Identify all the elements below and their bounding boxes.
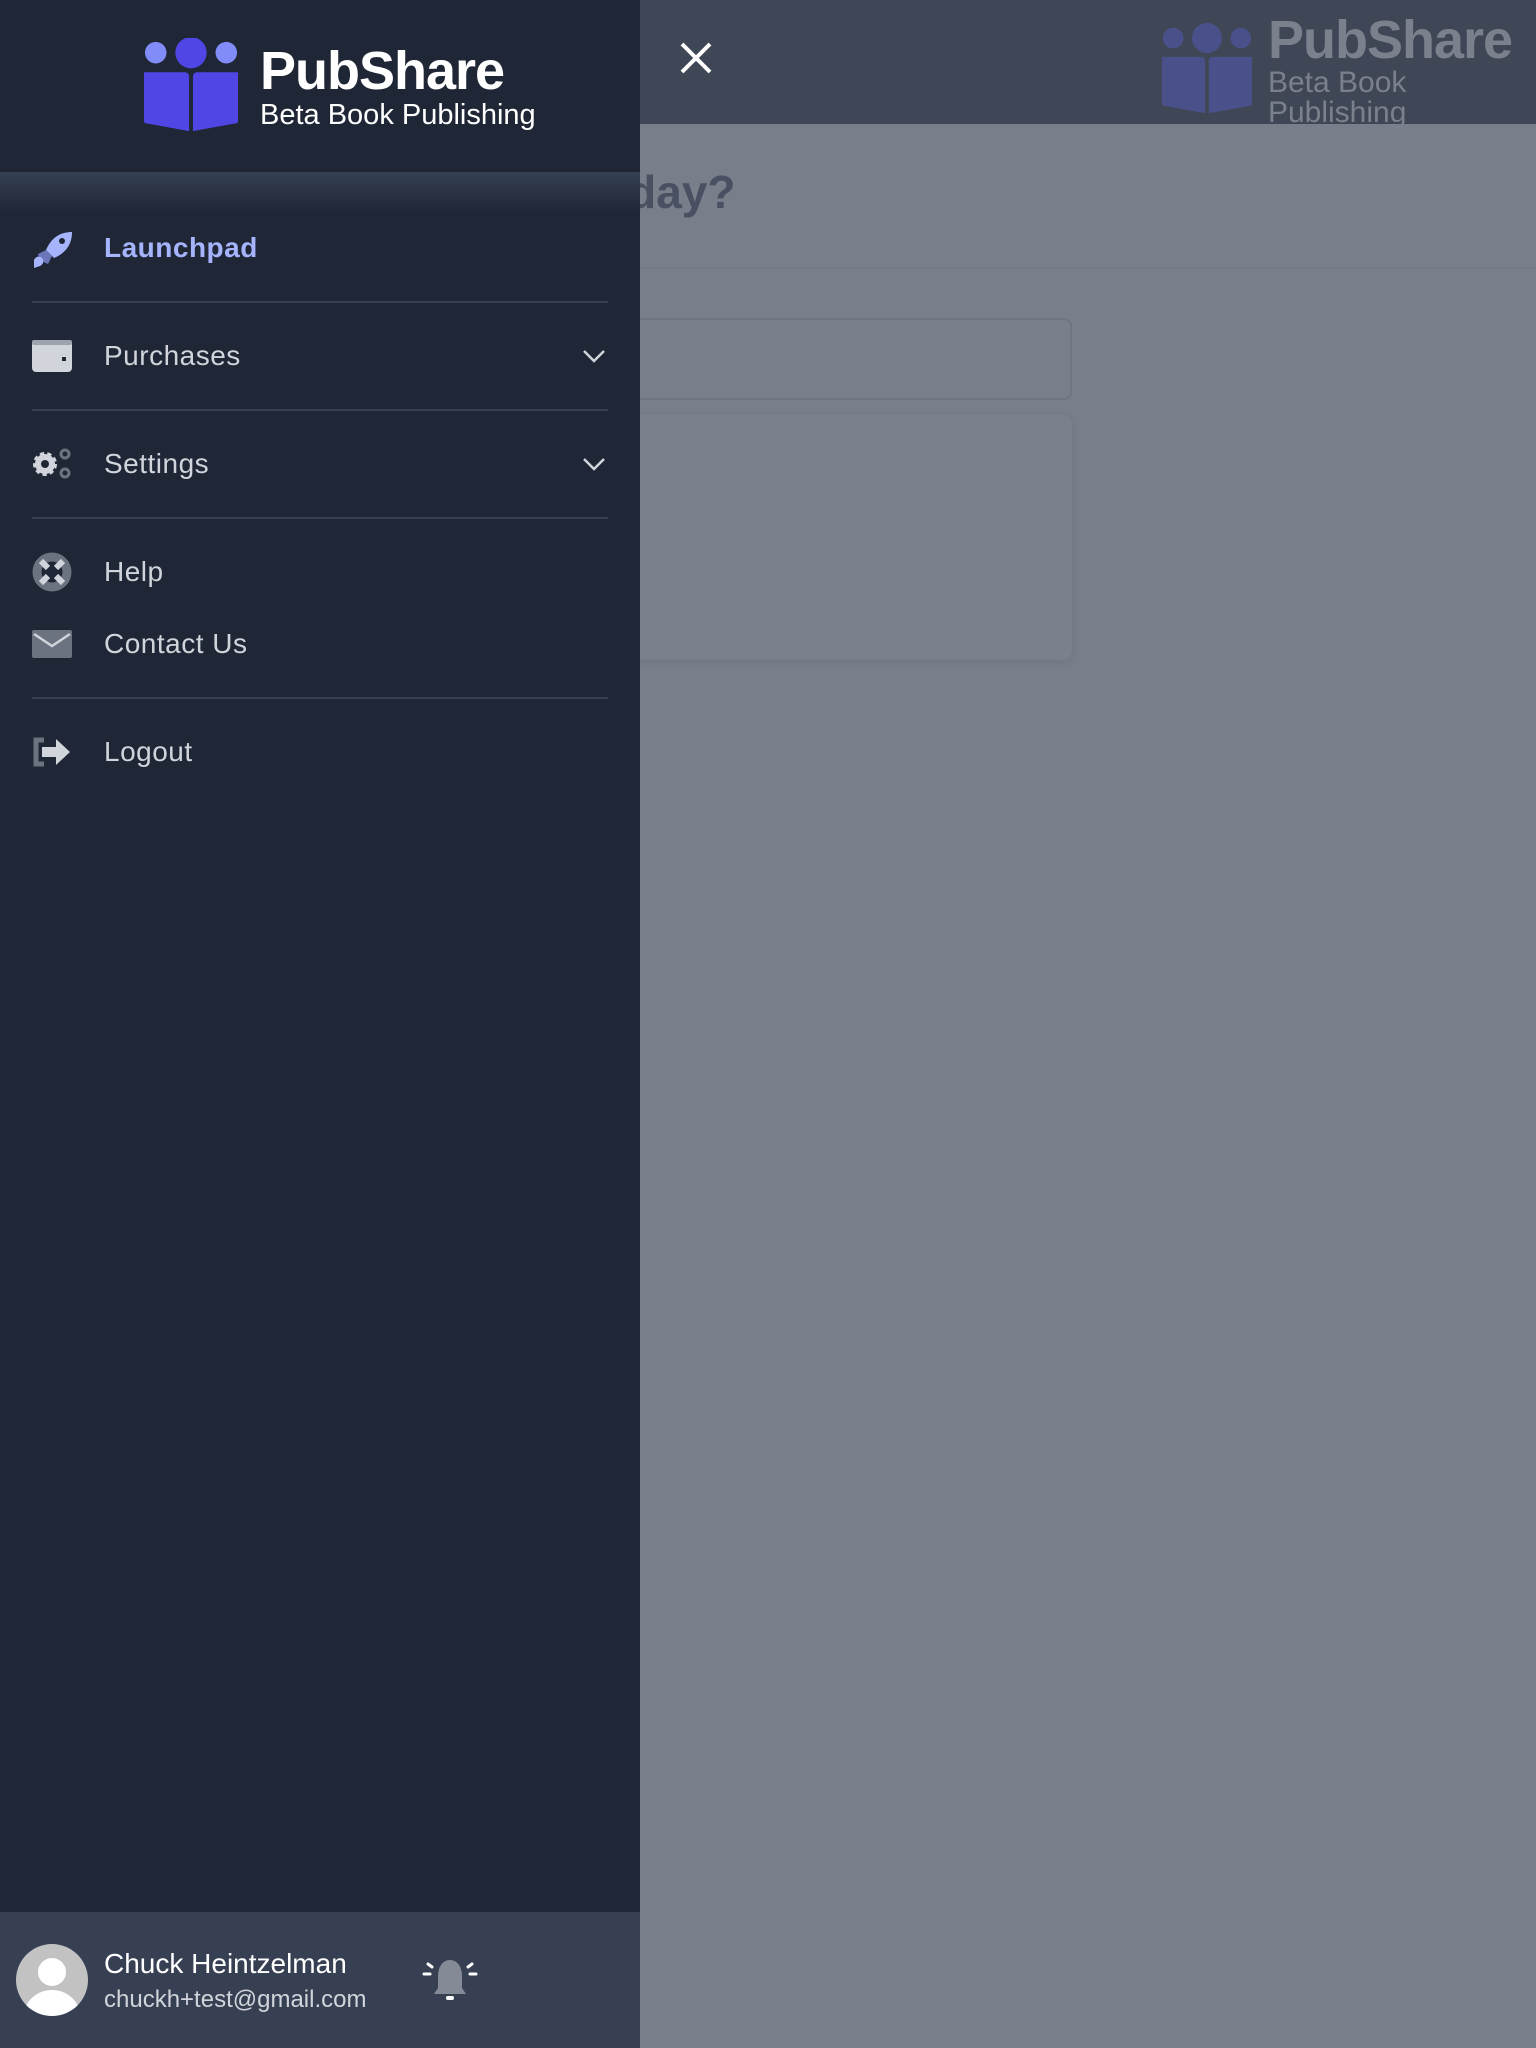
envelope-icon [32,624,72,664]
sidebar-item-launchpad[interactable]: Launchpad [32,212,608,284]
user-footer: Chuck Heintzelman chuckh+test@gmail.com [0,1912,640,2048]
user-email: chuckh+test@gmail.com [104,1986,367,2013]
wallet-icon [32,336,72,376]
header-shadow [0,172,640,212]
brand-tagline: Beta Book Publishing [260,99,536,131]
header-brand-tagline: Beta Book Publishing [1267,66,1407,129]
sidebar: PubShare Beta Book Publishing Launchpad P… [0,0,640,2048]
header-logo[interactable]: PubShare Beta Book Publishing [1160,12,1536,128]
chevron-down-icon[interactable] [580,342,608,370]
divider [32,517,608,519]
close-icon[interactable] [672,34,720,82]
brand-name: PubShare [260,41,505,101]
sidebar-item-label: Launchpad [104,232,258,263]
sidebar-item-label: Purchases [104,340,241,371]
divider [32,301,608,303]
header-brand-name: PubShare [1267,10,1513,70]
sidebar-logo[interactable]: PubShare Beta Book Publishing [142,38,536,134]
book-people-logo-icon [143,38,239,132]
user-name: Chuck Heintzelman [104,1948,347,1979]
avatar[interactable] [16,1944,88,2016]
sidebar-item-contact-us[interactable]: Contact Us [32,608,608,680]
bell-icon[interactable] [420,1956,480,2008]
chevron-down-icon[interactable] [580,450,608,478]
sidebar-item-label: Help [104,556,164,587]
sidebar-item-label: Logout [104,736,193,767]
divider [32,697,608,699]
sidebar-item-purchases[interactable]: Purchases [32,320,608,392]
rocket-icon [32,228,72,268]
divider [600,267,1536,269]
sidebar-item-settings[interactable]: Settings [32,428,608,500]
sidebar-nav: Launchpad Purchases Settings Help Contac… [32,212,608,788]
divider [32,409,608,411]
life-ring-icon [32,552,72,592]
sidebar-item-help[interactable]: Help [32,536,608,608]
book-people-logo-icon [1161,23,1253,114]
sidebar-item-label: Contact Us [104,628,248,659]
sidebar-item-label: Settings [104,448,210,479]
logout-icon [32,732,72,772]
sidebar-item-logout[interactable]: Logout [32,716,608,788]
gears-icon [32,444,72,484]
